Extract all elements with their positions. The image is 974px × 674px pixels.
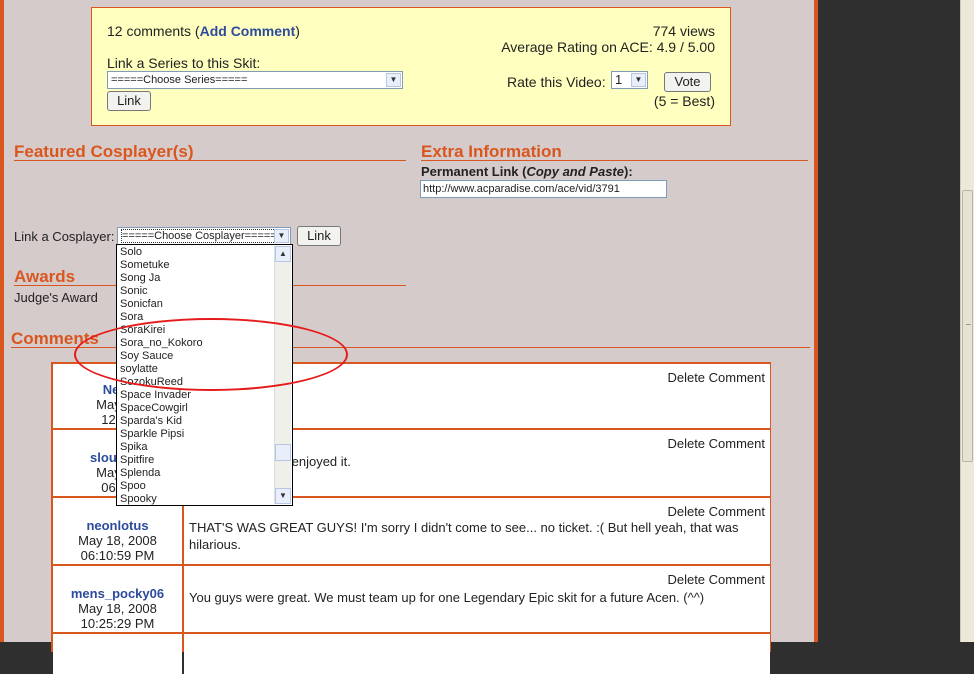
list-item[interactable]: Spoo: [120, 480, 146, 493]
link-cosplayer-button[interactable]: Link: [297, 226, 341, 246]
comment-body: [184, 634, 770, 674]
chevron-down-icon: ▼: [386, 73, 401, 87]
delete-comment-link[interactable]: Delete Comment: [667, 436, 765, 451]
chevron-down-icon: ▼: [631, 73, 646, 87]
comment-date: May 18, 2008: [78, 601, 157, 616]
video-info-box: 12 comments (Add Comment) Link a Series …: [91, 7, 731, 126]
featured-divider: [14, 160, 406, 161]
rate-label: Rate this Video:: [507, 74, 606, 90]
chevron-down-icon[interactable]: ▼: [275, 488, 291, 504]
page-scroll-thumb[interactable]: [962, 190, 973, 462]
delete-comment-link[interactable]: Delete Comment: [667, 572, 765, 587]
highlight-ellipse: [74, 318, 348, 391]
list-item[interactable]: Spitfire: [120, 454, 154, 467]
cosplayer-select[interactable]: =====Choose Cosplayer===== ▼: [117, 227, 291, 245]
grip-icon: [966, 324, 971, 325]
comment-date: May 18, 2008: [78, 533, 157, 548]
vote-button[interactable]: Vote: [664, 72, 711, 92]
list-item[interactable]: Song Ja: [120, 272, 160, 285]
list-item[interactable]: Splenda: [120, 467, 160, 480]
list-item[interactable]: SpaceCowgirl: [120, 402, 188, 415]
table-row: neonlotus May 18, 2008 06:10:59 PM: [53, 498, 182, 564]
awards-heading: Awards: [14, 267, 76, 286]
chevron-up-icon[interactable]: ▲: [275, 246, 291, 262]
list-item[interactable]: Spooky: [120, 493, 157, 505]
comment-text: You guys were great. We must team up for…: [189, 590, 705, 605]
delete-comment-link[interactable]: Delete Comment: [667, 504, 765, 519]
comment-time: 10:25:29 PM: [80, 616, 155, 631]
rating-scale-note: (5 = Best): [653, 93, 715, 109]
list-item[interactable]: Sparda's Kid: [120, 415, 182, 428]
list-item[interactable]: Space Invader: [120, 389, 191, 402]
right-border: [814, 0, 818, 642]
rate-select[interactable]: 1 ▼: [611, 71, 648, 89]
link-cosplayer-label: Link a Cosplayer:: [14, 229, 115, 244]
series-select[interactable]: =====Choose Series===== ▼: [107, 71, 403, 89]
comment-body: Delete Comment You guys were great. We m…: [184, 566, 770, 632]
extra-information-heading: Extra Information: [421, 142, 562, 161]
list-item[interactable]: Sora: [120, 311, 143, 324]
table-row: mens_pocky06 May 18, 2008 10:25:29 PM: [53, 566, 182, 632]
list-item[interactable]: Sonicfan: [120, 298, 163, 311]
comment-time: 06:10:59 PM: [80, 548, 155, 563]
list-item[interactable]: Solo: [120, 246, 142, 259]
link-series-button[interactable]: Link: [107, 91, 151, 111]
delete-comment-link[interactable]: Delete Comment: [667, 370, 765, 385]
list-item[interactable]: Sparkle Pipsi: [120, 428, 184, 441]
list-item[interactable]: Sometuke: [120, 259, 170, 272]
average-rating: Average Rating on ACE: 4.9 / 5.00: [501, 39, 715, 55]
chevron-down-icon: ▼: [274, 229, 289, 243]
link-series-label: Link a Series to this Skit:: [107, 55, 261, 71]
view-count: 774 views: [652, 23, 715, 39]
comment-text: THAT'S WAS GREAT GUYS! I'm sorry I didn'…: [189, 520, 739, 552]
dropdown-scroll-thumb[interactable]: [275, 444, 291, 461]
list-item[interactable]: Sonic: [120, 285, 148, 298]
comment-username[interactable]: mens_pocky06: [53, 586, 182, 601]
table-row: [53, 634, 182, 674]
comment-body: Delete Comment THAT'S WAS GREAT GUYS! I'…: [184, 498, 770, 564]
award-item: Judge's Award: [14, 290, 98, 305]
page: 12 comments (Add Comment) Link a Series …: [0, 0, 960, 674]
comment-username[interactable]: neonlotus: [53, 518, 182, 533]
list-item[interactable]: Spika: [120, 441, 148, 454]
add-comment-link[interactable]: Add Comment: [200, 23, 296, 39]
featured-cosplayers-heading: Featured Cosplayer(s): [14, 142, 194, 161]
permanent-link-label: Permanent Link (Copy and Paste):: [421, 164, 633, 179]
permanent-link-field[interactable]: http://www.acparadise.com/ace/vid/3791: [420, 180, 667, 198]
extra-divider: [421, 160, 808, 161]
comments-count: 12 comments (Add Comment): [107, 23, 300, 39]
